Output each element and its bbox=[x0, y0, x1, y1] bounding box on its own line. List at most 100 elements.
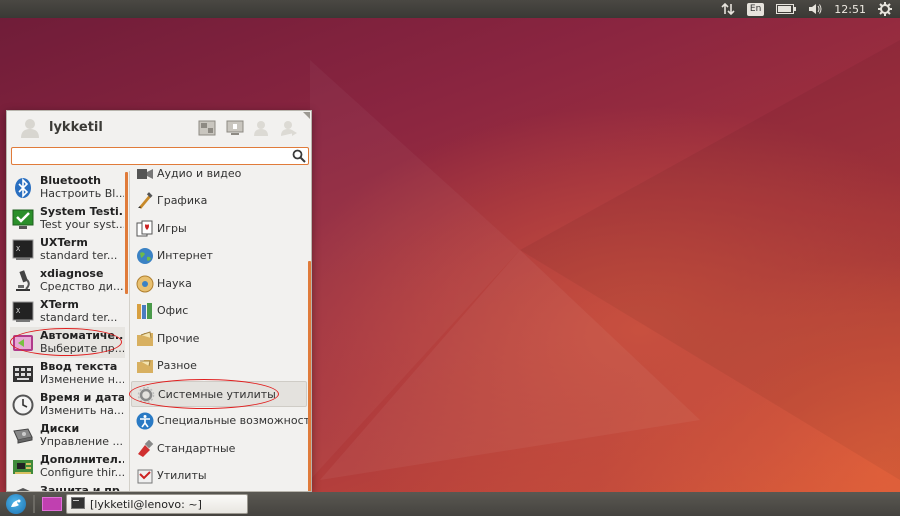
lock-screen-icon[interactable] bbox=[225, 119, 245, 137]
app-subtitle: standard ter... bbox=[40, 311, 118, 324]
disk-icon bbox=[12, 425, 34, 447]
clock-time[interactable]: 12:51 bbox=[834, 3, 866, 16]
keyboard-layout-indicator[interactable]: En bbox=[746, 2, 765, 16]
app-title: Ввод текста bbox=[40, 360, 118, 373]
bottom-panel: [lykketil@lenovo: ~] bbox=[0, 492, 900, 516]
app-subtitle: Управление ... bbox=[40, 435, 123, 448]
folder-icon bbox=[136, 330, 154, 348]
category-label: Офис bbox=[157, 304, 189, 317]
whisker-menu-button[interactable] bbox=[6, 494, 26, 514]
microscope-icon bbox=[12, 270, 34, 292]
logout-icon[interactable] bbox=[279, 119, 299, 137]
volume-icon[interactable] bbox=[808, 2, 822, 16]
category-label: Стандартные bbox=[157, 442, 236, 455]
app-subtitle: standard ter... bbox=[40, 249, 118, 262]
clock-icon bbox=[12, 394, 34, 416]
category-label: Утилиты bbox=[157, 469, 207, 482]
category-label: Специальные возможности bbox=[157, 414, 312, 427]
category-accessibility[interactable]: Специальные возможности bbox=[131, 408, 311, 434]
category-label: Разное bbox=[157, 359, 197, 372]
category-label: Аудио и видео bbox=[157, 167, 242, 180]
left-scrollbar[interactable] bbox=[125, 172, 128, 294]
settings-manager-icon[interactable] bbox=[197, 119, 217, 137]
category-label: Системные утилиты bbox=[158, 388, 276, 401]
app-subtitle: Test your syst... bbox=[40, 218, 124, 231]
battery-icon[interactable] bbox=[776, 2, 797, 16]
app-title: Bluetooth bbox=[40, 174, 101, 187]
top-panel: En 12:51 bbox=[0, 0, 900, 18]
graphics-icon bbox=[136, 192, 154, 210]
utilities-icon bbox=[136, 467, 154, 485]
category-accessories[interactable]: Стандартные bbox=[131, 436, 307, 462]
right-scrollbar[interactable] bbox=[308, 261, 311, 491]
app-subtitle: Изменение н... bbox=[40, 373, 124, 386]
category-graphics[interactable]: Графика bbox=[131, 188, 307, 214]
app-title: UXTerm bbox=[40, 236, 88, 249]
globe-icon bbox=[136, 247, 154, 265]
office-icon bbox=[136, 302, 154, 320]
default-apps-icon bbox=[12, 332, 34, 354]
application-menu: lykketil Bluetooth Настроить Bl... Syste… bbox=[6, 110, 312, 492]
system-gear-icon bbox=[137, 386, 155, 404]
checkmark-icon bbox=[12, 208, 34, 230]
app-title: XTerm bbox=[40, 298, 79, 311]
bluetooth-icon bbox=[12, 177, 34, 199]
category-other[interactable]: Прочие bbox=[131, 326, 307, 352]
category-science[interactable]: Наука bbox=[131, 271, 307, 297]
list-item-default-apps[interactable]: Автоматиче... Выберите пр... bbox=[10, 327, 125, 358]
app-subtitle: Выберите пр... bbox=[40, 342, 124, 355]
multimedia-icon bbox=[136, 165, 154, 183]
category-system-utilities[interactable]: Системные утилиты bbox=[131, 381, 307, 407]
list-item-disks[interactable]: Диски Управление ... bbox=[10, 420, 125, 451]
app-subtitle: Configure thir... bbox=[40, 466, 124, 479]
app-subtitle: Средство ди... bbox=[40, 280, 124, 293]
app-subtitle: Настроить Bl... bbox=[40, 187, 124, 200]
panel-separator bbox=[33, 495, 35, 513]
category-label: Прочие bbox=[157, 332, 200, 345]
workspace-switcher-icon[interactable] bbox=[42, 497, 62, 511]
taskbar-button-label: [lykketil@lenovo: ~] bbox=[90, 497, 202, 511]
pane-divider bbox=[129, 171, 130, 491]
list-item-security-privacy[interactable]: Защита и пр... bbox=[10, 482, 125, 492]
accessibility-icon bbox=[136, 412, 154, 430]
app-title: Защита и пр... bbox=[40, 484, 124, 492]
resize-corner-icon[interactable] bbox=[303, 112, 310, 119]
network-arrows-icon[interactable] bbox=[721, 2, 735, 16]
cards-icon bbox=[136, 220, 154, 238]
gear-icon[interactable] bbox=[878, 2, 892, 16]
recent-apps-list: Bluetooth Настроить Bl... System Testi..… bbox=[10, 172, 125, 492]
list-item-system-testing[interactable]: System Testi... Test your syst... bbox=[10, 203, 125, 234]
category-audio-video[interactable]: Аудио и видео bbox=[131, 161, 307, 187]
list-item-additional-drivers[interactable]: Дополнител... Configure thir... bbox=[10, 451, 125, 482]
category-label: Графика bbox=[157, 194, 208, 207]
app-title: xdiagnose bbox=[40, 267, 104, 280]
list-item-xdiagnose[interactable]: xdiagnose Средство ди... bbox=[10, 265, 125, 296]
list-item-xterm[interactable]: X XTerm standard ter... bbox=[10, 296, 125, 327]
keyboard-icon bbox=[12, 363, 34, 385]
user-avatar-icon bbox=[19, 117, 41, 139]
taskbar-button-terminal[interactable]: [lykketil@lenovo: ~] bbox=[66, 494, 248, 514]
app-title: Автоматиче... bbox=[40, 329, 124, 342]
terminal-icon: X bbox=[12, 239, 34, 261]
menu-header: lykketil bbox=[7, 111, 311, 145]
app-title: Время и дата bbox=[40, 391, 124, 404]
category-label: Игры bbox=[157, 222, 187, 235]
app-title: System Testi... bbox=[40, 205, 124, 218]
category-office[interactable]: Офис bbox=[131, 298, 307, 324]
list-item-bluetooth[interactable]: Bluetooth Настроить Bl... bbox=[10, 172, 125, 203]
category-internet[interactable]: Интернет bbox=[131, 243, 307, 269]
chip-icon bbox=[12, 456, 34, 478]
list-item-time-date[interactable]: Время и дата Изменить на... bbox=[10, 389, 125, 420]
terminal-icon bbox=[71, 496, 85, 512]
app-title: Диски bbox=[40, 422, 80, 435]
list-item-uxterm[interactable]: X UXTerm standard ter... bbox=[10, 234, 125, 265]
list-item-text-input[interactable]: Ввод текста Изменение н... bbox=[10, 358, 125, 389]
switch-user-icon[interactable] bbox=[251, 119, 271, 137]
category-misc[interactable]: Разное bbox=[131, 353, 307, 379]
user-name: lykketil bbox=[49, 120, 103, 135]
category-games[interactable]: Игры bbox=[131, 216, 307, 242]
terminal-icon: X bbox=[12, 301, 34, 323]
category-list: Аудио и видео Графика Игры Интернет Наук… bbox=[131, 161, 311, 491]
category-utilities[interactable]: Утилиты bbox=[131, 463, 307, 489]
science-icon bbox=[136, 275, 154, 293]
